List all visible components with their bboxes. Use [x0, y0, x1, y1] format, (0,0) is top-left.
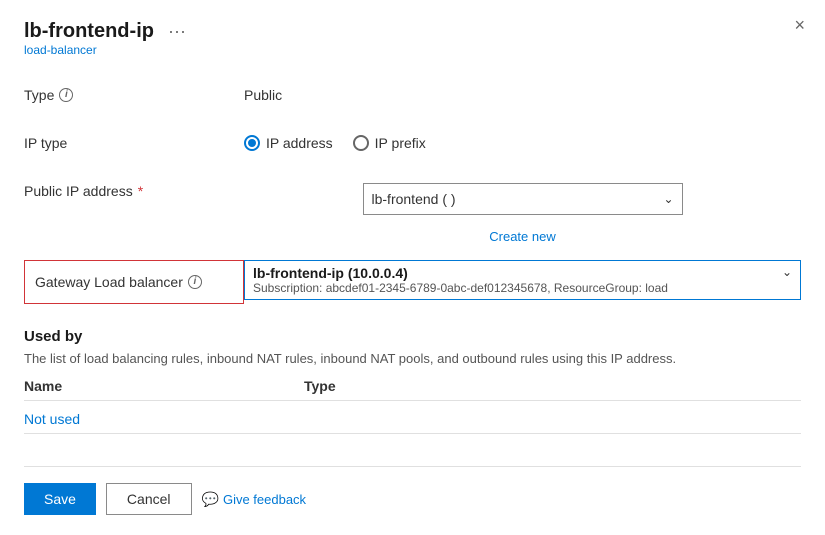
footer: Save Cancel 💬 Give feedback	[24, 466, 801, 515]
type-row: Type i Public	[24, 81, 801, 113]
ip-type-label: IP type	[24, 129, 244, 151]
used-by-description: The list of load balancing rules, inboun…	[24, 351, 801, 366]
panel: lb-frontend-ip ··· load-balancer × Type …	[0, 0, 825, 535]
panel-title: lb-frontend-ip	[24, 20, 154, 43]
col-header-type: Type	[304, 378, 801, 394]
ip-prefix-label: IP prefix	[375, 135, 426, 151]
type-value: Public	[244, 81, 801, 103]
gateway-selected-sub: Subscription: abcdef01-2345-6789-0abc-de…	[253, 281, 668, 295]
ip-prefix-option[interactable]: IP prefix	[353, 135, 426, 151]
public-ip-label: Public IP address *	[24, 177, 244, 199]
give-feedback-link[interactable]: 💬 Give feedback	[202, 491, 307, 508]
panel-subtitle: load-balancer	[24, 43, 186, 57]
panel-header: lb-frontend-ip ··· load-balancer ×	[24, 20, 801, 77]
save-button[interactable]: Save	[24, 483, 96, 515]
ip-address-option[interactable]: IP address	[244, 135, 333, 151]
gateway-selected-text: lb-frontend-ip (10.0.0.4) Subscription: …	[253, 265, 668, 295]
ip-address-radio[interactable]	[244, 135, 260, 151]
create-new-link[interactable]: Create new	[489, 229, 555, 244]
feedback-label: Give feedback	[223, 492, 306, 507]
ip-type-row: IP type IP address IP prefix	[24, 129, 801, 161]
gateway-dropdown-arrow: ⌄	[782, 265, 792, 279]
gateway-dropdown[interactable]: lb-frontend-ip (10.0.0.4) Subscription: …	[244, 260, 801, 300]
public-ip-dropdown-arrow: ⌄	[663, 192, 673, 206]
used-by-title: Used by	[24, 328, 801, 345]
col-header-name: Name	[24, 378, 304, 394]
public-ip-row: Public IP address * lb-frontend ( ) ⌄ Cr…	[24, 177, 801, 244]
close-button[interactable]: ×	[794, 16, 805, 34]
table-row: Not used	[24, 405, 801, 434]
table-cell-type	[304, 411, 801, 427]
used-by-section: Used by The list of load balancing rules…	[24, 328, 801, 434]
public-ip-value: lb-frontend ( ) ⌄ Create new	[244, 177, 801, 244]
ip-prefix-radio[interactable]	[353, 135, 369, 151]
public-ip-dropdown[interactable]: lb-frontend ( ) ⌄	[363, 183, 683, 215]
title-row: lb-frontend-ip ···	[24, 20, 186, 43]
form-section: Type i Public IP type IP address	[24, 81, 801, 320]
type-label: Type i	[24, 81, 244, 103]
table-cell-name: Not used	[24, 411, 304, 427]
ip-address-label: IP address	[266, 135, 333, 151]
type-info-icon[interactable]: i	[59, 88, 73, 102]
feedback-icon: 💬	[202, 491, 219, 508]
panel-more-button[interactable]: ···	[168, 21, 186, 42]
gateway-selected-title: lb-frontend-ip (10.0.0.4)	[253, 265, 668, 281]
gateway-label: Gateway Load balancer i	[24, 260, 244, 304]
public-ip-dropdown-text: lb-frontend ( )	[372, 191, 456, 207]
ip-type-value: IP address IP prefix	[244, 129, 801, 151]
gateway-info-icon[interactable]: i	[188, 275, 202, 289]
public-ip-required: *	[138, 183, 143, 199]
gateway-dropdown-inner: lb-frontend-ip (10.0.0.4) Subscription: …	[245, 261, 800, 299]
ip-type-radio-group: IP address IP prefix	[244, 135, 426, 151]
cancel-button[interactable]: Cancel	[106, 483, 192, 515]
gateway-row: Gateway Load balancer i lb-frontend-ip (…	[24, 260, 801, 304]
table-header: Name Type	[24, 378, 801, 401]
header-left: lb-frontend-ip ··· load-balancer	[24, 20, 186, 77]
